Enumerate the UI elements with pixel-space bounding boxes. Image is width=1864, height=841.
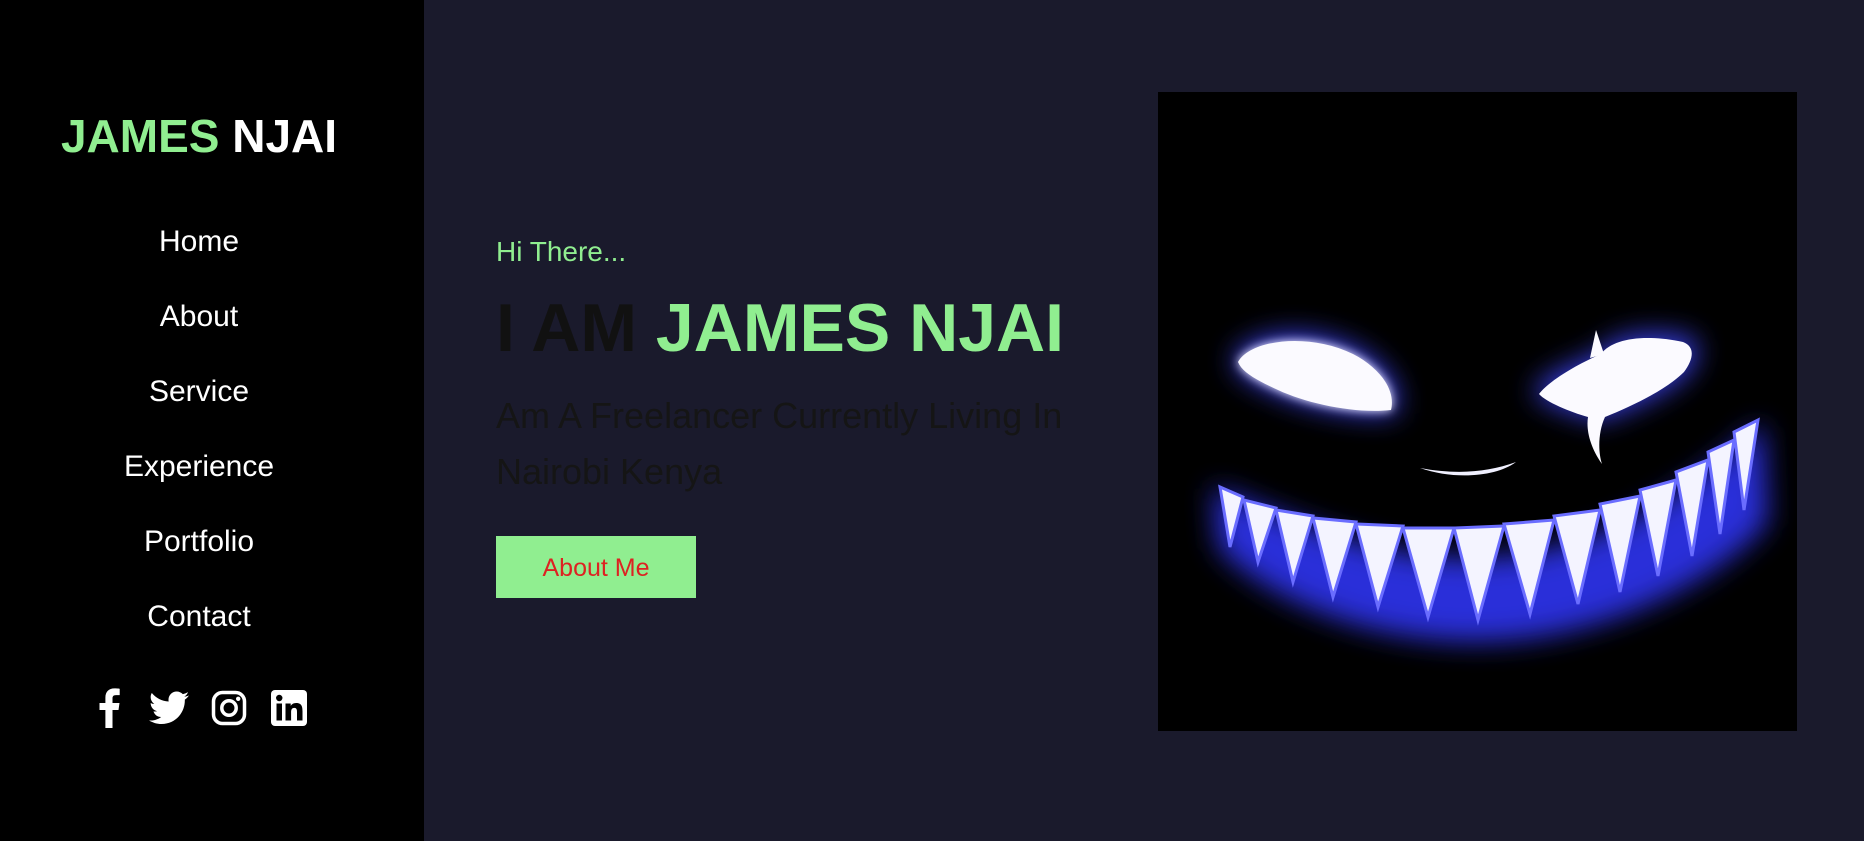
profile-image: [1158, 92, 1797, 731]
facebook-icon[interactable]: [89, 688, 129, 728]
main-nav: Home About Service Experience Portfolio …: [0, 218, 398, 668]
linkedin-icon[interactable]: [269, 688, 309, 728]
sidebar: JAMES NJAI Home About Service Experience…: [0, 0, 424, 841]
twitter-icon[interactable]: [149, 688, 189, 728]
nav-item-about[interactable]: About: [0, 293, 398, 368]
site-logo[interactable]: JAMES NJAI: [0, 108, 398, 164]
logo-first-name: JAMES: [60, 110, 220, 162]
nav-item-home[interactable]: Home: [0, 218, 398, 293]
hero-subtitle: Am A Freelancer Currently Living In Nair…: [496, 395, 1063, 492]
hero-headline: I AM JAMES NJAI: [496, 290, 1064, 366]
hero-section: Hi There... I AM JAMES NJAI Am A Freelan…: [424, 0, 1864, 841]
social-links: [0, 688, 398, 728]
hero-name: JAMES NJAI: [655, 290, 1065, 366]
about-me-button[interactable]: About Me: [496, 536, 696, 598]
instagram-icon[interactable]: [209, 688, 249, 728]
nav-item-contact[interactable]: Contact: [0, 593, 398, 668]
nav-item-portfolio[interactable]: Portfolio: [0, 518, 398, 593]
nav-item-experience[interactable]: Experience: [0, 443, 398, 518]
hero-prefix: I AM: [496, 290, 638, 366]
logo-last-name: NJAI: [232, 110, 338, 162]
nav-item-service[interactable]: Service: [0, 368, 398, 443]
hero-greeting: Hi There...: [496, 236, 627, 267]
